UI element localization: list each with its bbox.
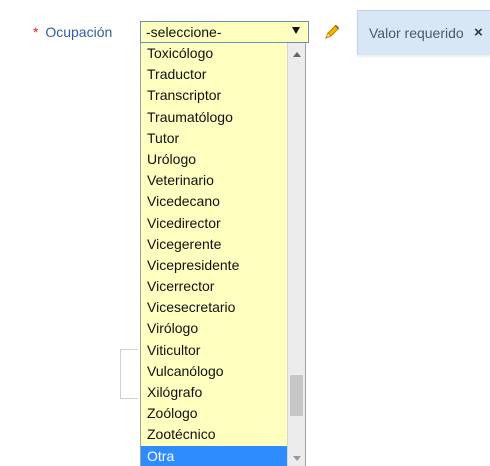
occupation-select[interactable]: -seleccione- <box>140 21 309 43</box>
dropdown-option[interactable]: Vicedecano <box>141 191 305 212</box>
scroll-down-arrow-icon[interactable] <box>293 456 301 461</box>
pencil-icon[interactable] <box>323 23 341 41</box>
dropdown-scrollbar[interactable] <box>287 43 305 466</box>
dropdown-option[interactable]: Xilógrafo <box>141 382 305 403</box>
occupation-dropdown-list[interactable]: Toxicólogo Traductor Transcriptor Traumatól… <box>140 43 306 466</box>
dropdown-option[interactable]: Traumatólogo <box>141 107 305 128</box>
occupation-label: * Ocupación <box>33 20 112 44</box>
chevron-down-icon <box>292 27 300 34</box>
dropdown-option[interactable]: Zoólogo <box>141 403 305 424</box>
dropdown-option[interactable]: Urólogo <box>141 149 305 170</box>
required-message: Valor requerido <box>369 25 464 41</box>
background-panel <box>120 349 138 399</box>
dropdown-option[interactable]: Virólogo <box>141 318 305 339</box>
dropdown-option[interactable]: Tutor <box>141 128 305 149</box>
dropdown-option[interactable]: Traductor <box>141 64 305 85</box>
dropdown-option[interactable]: Vulcanólogo <box>141 361 305 382</box>
dropdown-option[interactable]: Veterinario <box>141 170 305 191</box>
dropdown-option[interactable]: Vicesecretario <box>141 297 305 318</box>
dropdown-option[interactable]: Vicepresidente <box>141 255 305 276</box>
dropdown-option[interactable]: Vicedirector <box>141 213 305 234</box>
dropdown-option[interactable]: Otra <box>141 445 305 466</box>
form-page: * Ocupación -seleccione- Valor requerido… <box>0 0 490 466</box>
dropdown-option[interactable]: Transcriptor <box>141 85 305 106</box>
dropdown-option[interactable]: Vicerrector <box>141 276 305 297</box>
scrollbar-thumb[interactable] <box>290 374 303 416</box>
option-list: Toxicólogo Traductor Transcriptor Traumatól… <box>141 43 305 466</box>
scroll-up-arrow-icon[interactable] <box>293 52 301 57</box>
required-marker: * <box>33 24 39 40</box>
close-icon[interactable]: × <box>474 21 483 45</box>
dropdown-option[interactable]: Viticultor <box>141 340 305 361</box>
occupation-label-text: Ocupación <box>45 24 113 40</box>
dropdown-option[interactable]: Toxicólogo <box>141 43 305 64</box>
occupation-select-value: -seleccione- <box>146 24 222 40</box>
dropdown-option[interactable]: Vicegerente <box>141 234 305 255</box>
dropdown-option[interactable]: Zootécnico <box>141 424 305 445</box>
required-tooltip: Valor requerido × <box>357 10 490 55</box>
